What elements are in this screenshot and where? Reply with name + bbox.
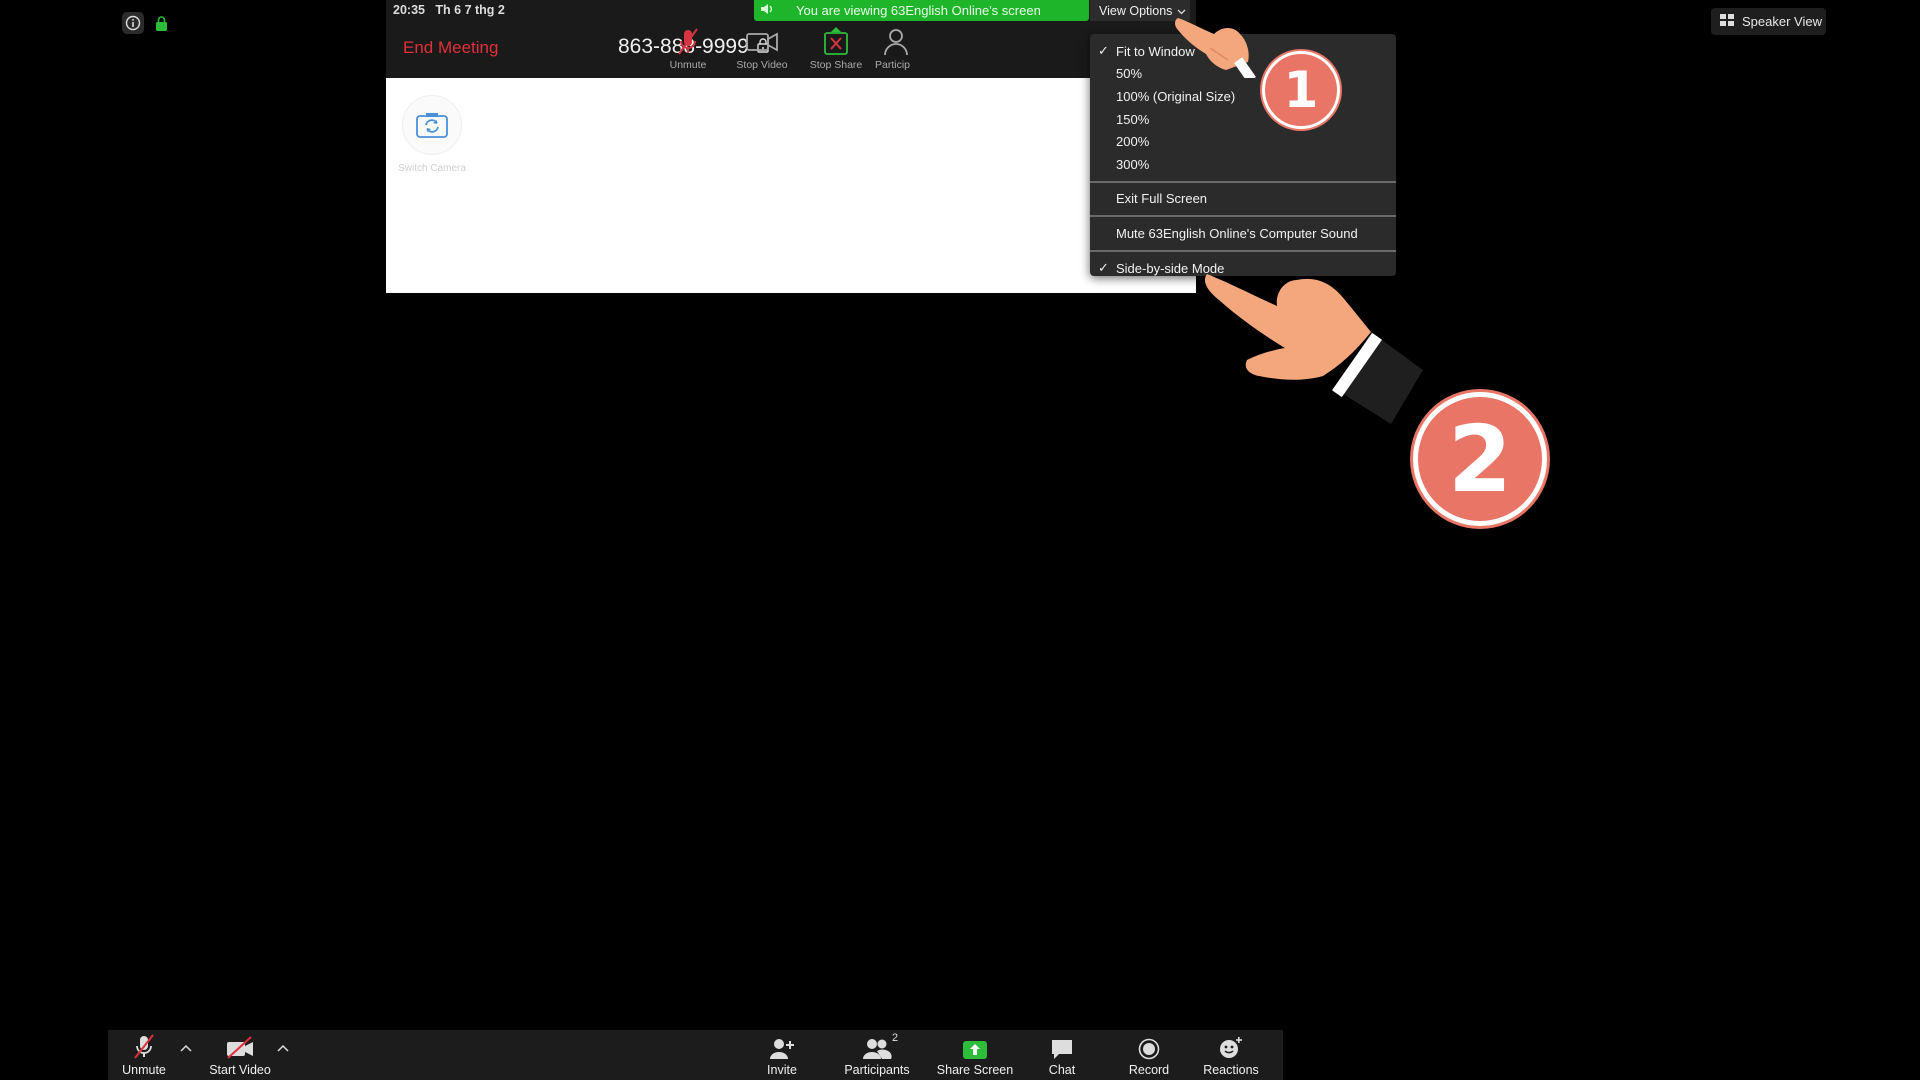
menu-item-label: 50% — [1116, 66, 1143, 82]
invite-button[interactable]: Invite — [756, 1034, 808, 1077]
ipad-stop-share-button[interactable]: Stop Share — [801, 27, 871, 71]
ipad-tool-label: Stop Video — [736, 59, 788, 71]
checkmark-icon: ✓ — [1098, 259, 1109, 275]
mic-muted-icon — [678, 28, 698, 55]
ipad-white-area: Switch Camera — [386, 78, 1196, 293]
toolbar-label: Participants — [844, 1063, 910, 1077]
checkmark-icon: ✓ — [1098, 43, 1109, 58]
menu-item-label: 100% (Original Size) — [1116, 88, 1236, 104]
menu-divider — [1090, 215, 1396, 218]
participants-icon — [837, 1034, 917, 1060]
switch-camera-icon — [416, 113, 448, 138]
menu-item-label: Exit Full Screen — [1116, 191, 1208, 207]
chevron-up-icon[interactable] — [277, 1043, 289, 1055]
speaker-icon — [760, 3, 774, 18]
menu-item-zoom-300[interactable]: 300% — [1090, 153, 1396, 176]
encryption-lock-icon[interactable] — [154, 15, 168, 31]
menu-divider — [1090, 180, 1396, 183]
ipad-tool-label: Particip — [875, 59, 911, 71]
menu-item-label: Mute 63English Online's Computer Sound — [1116, 225, 1358, 241]
chat-button[interactable]: Chat — [1037, 1034, 1087, 1077]
menu-item-label: 150% — [1116, 111, 1150, 127]
speaker-view-button[interactable]: Speaker View — [1711, 8, 1826, 35]
toolbar-label: Reactions — [1203, 1063, 1259, 1077]
toolbar-label: Record — [1128, 1063, 1170, 1077]
ipad-unmute-button[interactable]: Unmute — [653, 27, 723, 71]
ipad-participants-button[interactable]: Particip — [875, 27, 915, 71]
pointing-hand-icon — [1175, 18, 1256, 78]
shared-screen[interactable]: 20:35 Th 6 7 thg 2 End Meeting 863-888-9… — [386, 0, 1196, 293]
video-camera-icon — [746, 32, 778, 52]
end-meeting-button[interactable]: End Meeting — [403, 38, 498, 58]
meeting-toolbar: Unmute Start Video Invite Participants 2… — [108, 1030, 1283, 1080]
participants-button[interactable]: Participants — [837, 1034, 917, 1077]
add-person-icon — [756, 1034, 808, 1060]
ipad-tool-label: Stop Share — [809, 59, 863, 71]
toolbar-label: Invite — [767, 1063, 797, 1077]
ipad-stop-video-button[interactable]: Stop Video — [727, 27, 797, 71]
unmute-button[interactable]: Unmute — [118, 1034, 170, 1077]
grid-icon — [1720, 14, 1734, 29]
meeting-info-icon[interactable] — [122, 12, 144, 34]
menu-item-zoom-200[interactable]: 200% — [1090, 130, 1396, 153]
participants-icon — [884, 29, 908, 56]
switch-camera-label: Switch Camera — [398, 163, 466, 174]
participants-count: 2 — [892, 1032, 899, 1044]
stop-share-icon — [824, 27, 848, 55]
video-off-icon — [200, 1034, 280, 1060]
chevron-up-icon[interactable] — [180, 1043, 192, 1055]
toolbar-label: Start Video — [209, 1063, 271, 1077]
toolbar-label: Unmute — [122, 1063, 166, 1077]
record-button[interactable]: Record — [1121, 1034, 1177, 1077]
record-icon — [1121, 1034, 1177, 1060]
start-video-button[interactable]: Start Video — [200, 1034, 280, 1077]
reactions-button[interactable]: Reactions — [1199, 1034, 1263, 1077]
speaker-view-label: Speaker View — [1742, 14, 1822, 29]
menu-item-mute-computer-sound[interactable]: Mute 63English Online's Computer Sound — [1090, 222, 1396, 245]
menu-item-label: 200% — [1116, 134, 1150, 150]
share-screen-icon — [930, 1034, 1020, 1060]
mic-muted-icon — [118, 1034, 170, 1060]
share-screen-button[interactable]: Share Screen — [930, 1034, 1020, 1077]
menu-item-label: 300% — [1116, 156, 1150, 172]
toolbar-label: Share Screen — [936, 1063, 1014, 1077]
step-1-badge: 1 — [1262, 51, 1340, 129]
menu-item-exit-full-screen[interactable]: Exit Full Screen — [1090, 188, 1396, 211]
ipad-status-bar: 20:35 Th 6 7 thg 2 — [393, 3, 505, 17]
switch-camera-button[interactable] — [402, 95, 462, 155]
emoji-icon — [1199, 1034, 1263, 1060]
top-left-status — [122, 12, 168, 34]
status-date: Th 6 7 thg 2 — [435, 3, 505, 17]
share-banner-text: You are viewing 63English Online's scree… — [796, 3, 1041, 18]
chat-icon — [1037, 1034, 1087, 1060]
view-options-label: View Options — [1099, 3, 1173, 18]
menu-item-zoom-150[interactable]: 150% — [1090, 108, 1396, 131]
ipad-tool-label: Unmute — [669, 59, 707, 71]
step-2-badge: 2 — [1413, 392, 1547, 526]
toolbar-label: Chat — [1048, 1063, 1076, 1077]
status-time: 20:35 — [393, 3, 425, 17]
menu-item-zoom-100[interactable]: 100% (Original Size) — [1090, 85, 1396, 108]
pointing-hand-icon — [1205, 274, 1423, 424]
share-banner: You are viewing 63English Online's scree… — [754, 0, 1089, 21]
